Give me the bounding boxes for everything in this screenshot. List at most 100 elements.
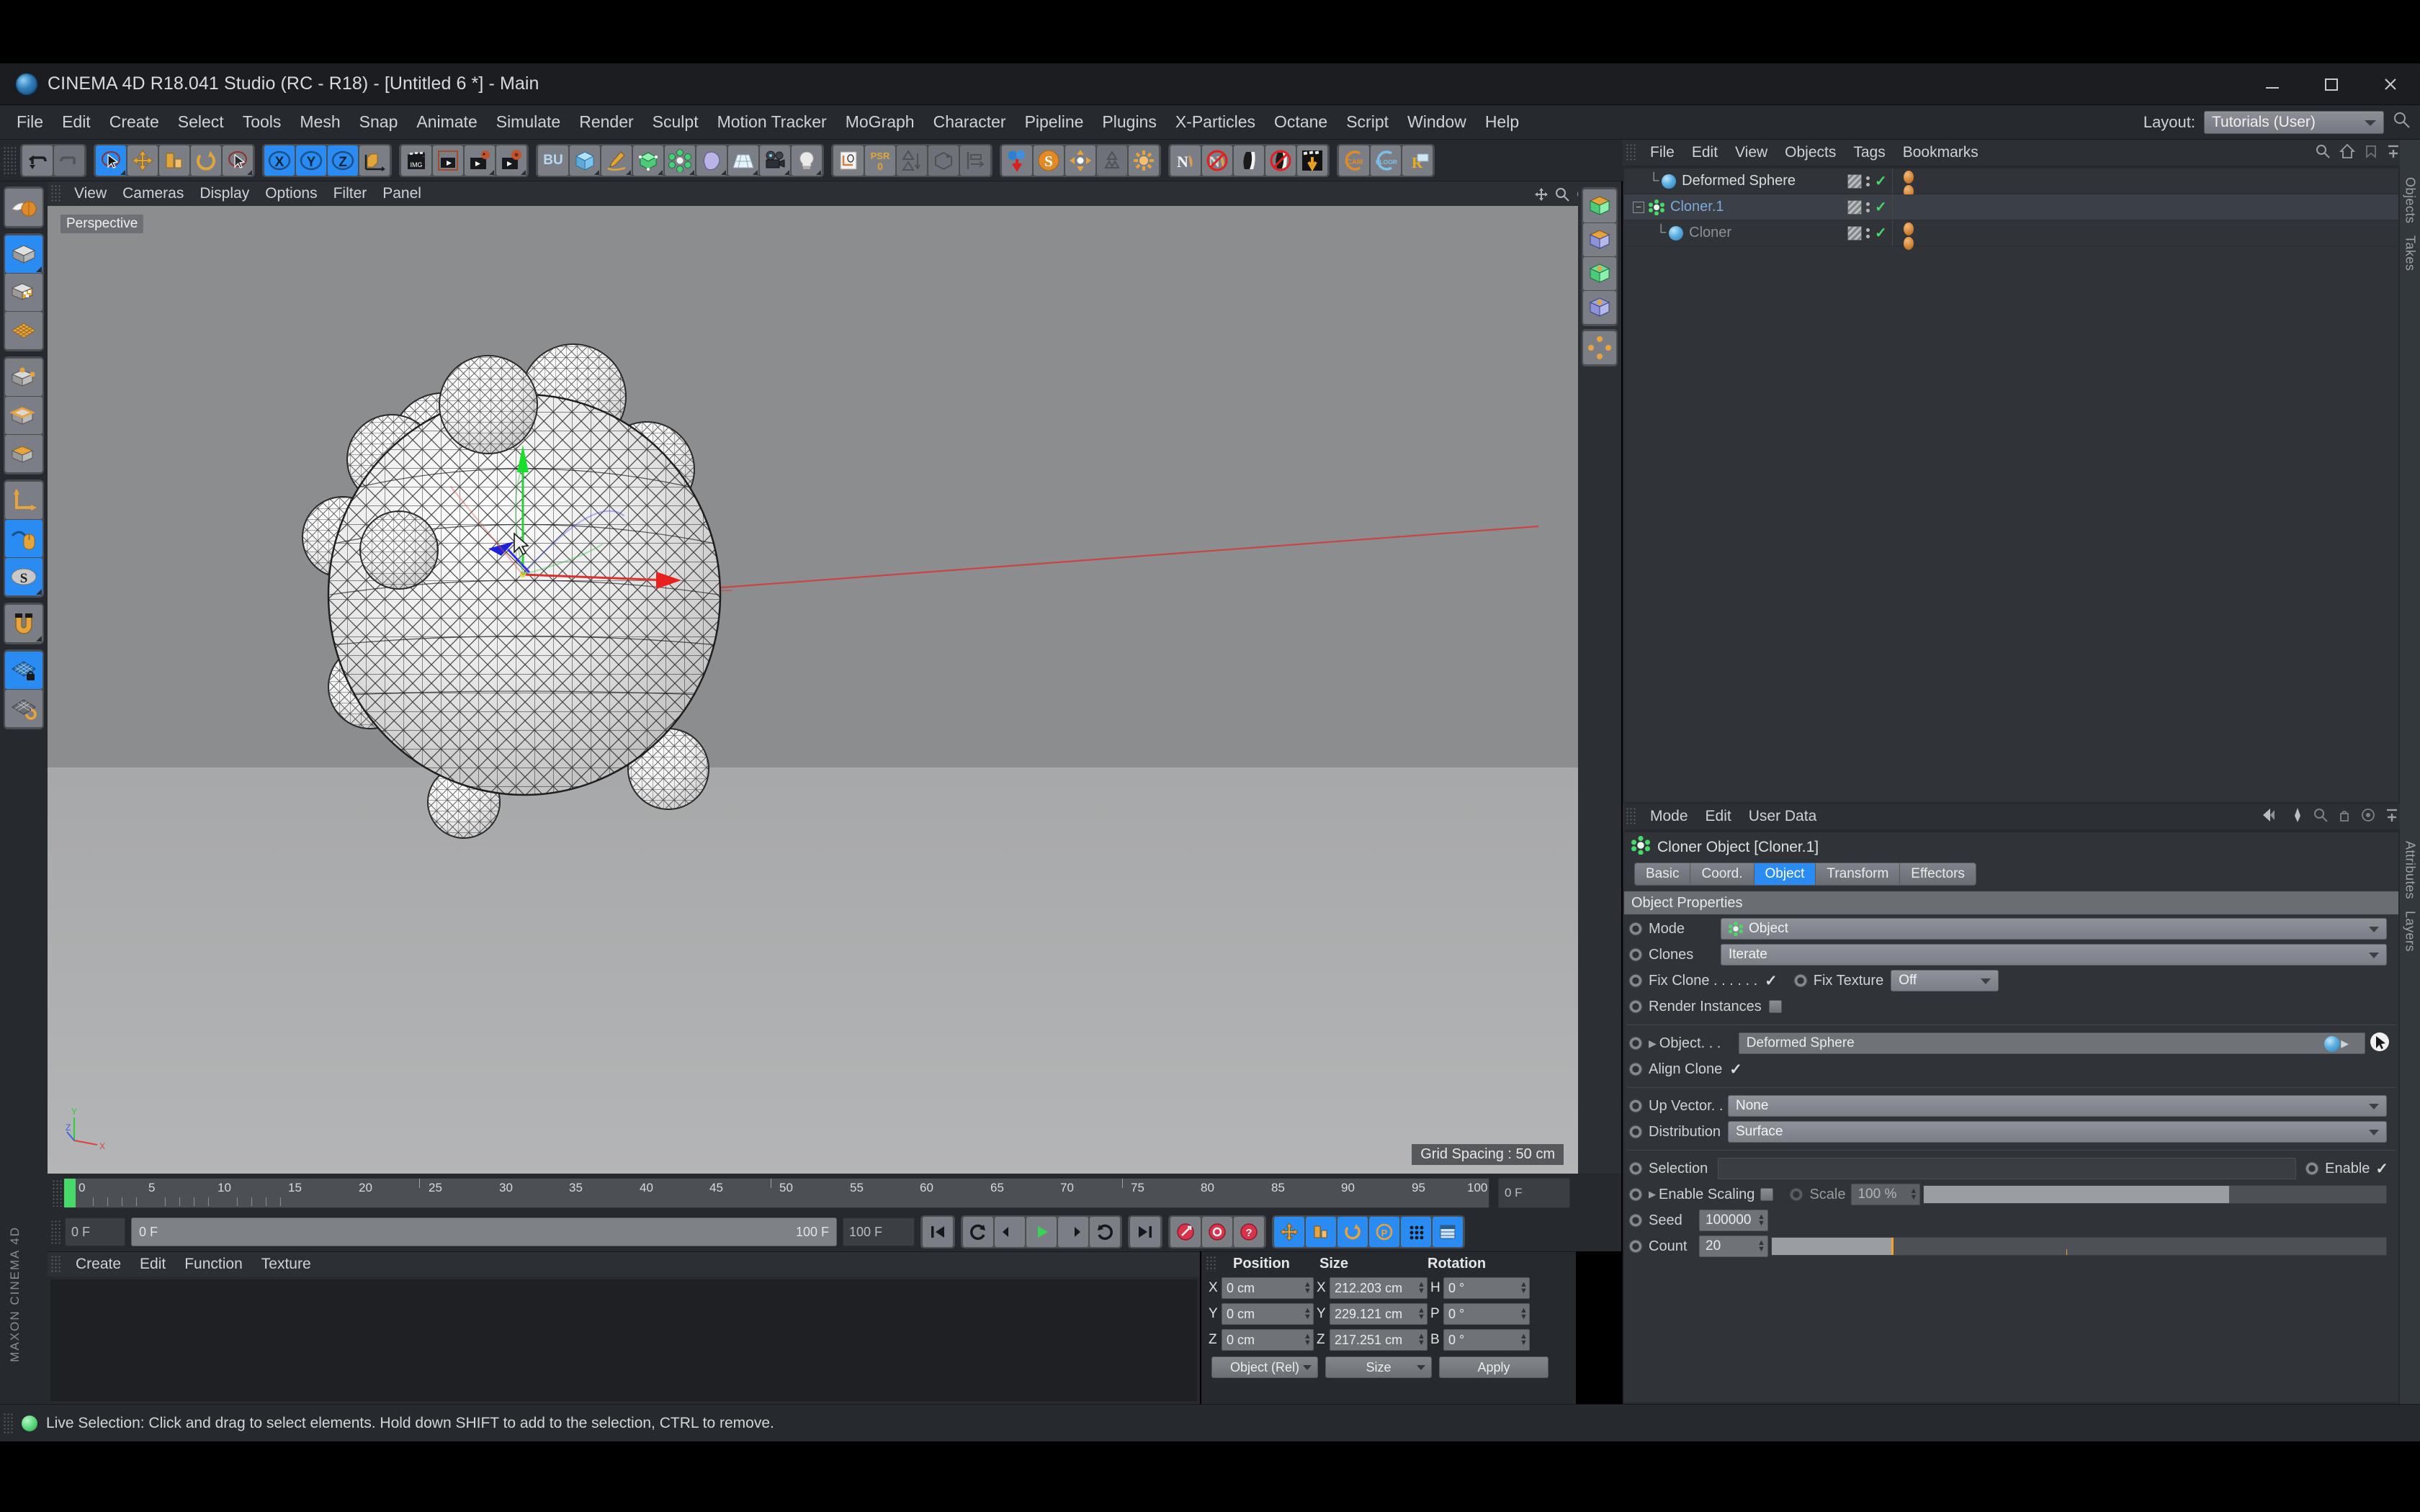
- parameter-bullet-icon[interactable]: [1628, 922, 1643, 936]
- parameter-bullet-icon[interactable]: [1793, 973, 1808, 988]
- display-tag-icon[interactable]: [1847, 174, 1862, 189]
- toolbar-grip[interactable]: [3, 145, 16, 175]
- parameter-bullet-icon[interactable]: [2305, 1161, 2320, 1176]
- spinner-icon[interactable]: ▲ ▼: [1757, 1239, 1765, 1254]
- axis-x-toggle[interactable]: X: [264, 145, 295, 176]
- spinner-icon[interactable]: ▲ ▼: [1417, 1281, 1425, 1295]
- chevron-right-icon[interactable]: ▶: [2341, 1038, 2349, 1050]
- menu-sculpt[interactable]: Sculpt: [643, 111, 708, 133]
- render-region-button[interactable]: [433, 145, 463, 176]
- render-to-picture-viewer-button[interactable]: [465, 145, 495, 176]
- scale-slider[interactable]: [1923, 1185, 2387, 1204]
- selection-tool-extra[interactable]: [223, 145, 253, 176]
- menu-edit[interactable]: Edit: [53, 111, 100, 133]
- rotation-b-field[interactable]: 0 ° ▲ ▼: [1443, 1329, 1530, 1351]
- menu-render[interactable]: Render: [570, 111, 642, 133]
- menu-mograph[interactable]: MoGraph: [836, 111, 924, 133]
- back-nav-icon[interactable]: [2260, 807, 2282, 827]
- parameter-bullet-icon[interactable]: [1628, 1239, 1643, 1254]
- status-bar-grip[interactable]: [3, 1412, 14, 1434]
- parameter-bullet-icon[interactable]: [1628, 1187, 1643, 1202]
- object-menu-view[interactable]: View: [1726, 144, 1776, 161]
- scale-tool[interactable]: [159, 145, 189, 176]
- tab-effectors[interactable]: Effectors: [1899, 863, 1976, 886]
- menu-create[interactable]: Create: [100, 111, 169, 133]
- material-manager-grip[interactable]: [50, 1255, 62, 1274]
- viewport-lights-button[interactable]: [1583, 331, 1616, 364]
- menu-animate[interactable]: Animate: [407, 111, 486, 133]
- menu-window[interactable]: Window: [1398, 111, 1476, 133]
- axis-y-toggle[interactable]: Y: [296, 145, 326, 176]
- viewport-blue-cube-1[interactable]: [1583, 223, 1616, 256]
- polygon-reduction-button[interactable]: [897, 145, 927, 176]
- search-icon[interactable]: [2315, 143, 2331, 163]
- menu-octane[interactable]: Octane: [1265, 111, 1337, 133]
- size-mode-select[interactable]: Size: [1325, 1356, 1432, 1378]
- visibility-dots-icon[interactable]: [1866, 228, 1870, 238]
- object-menu-edit[interactable]: Edit: [1683, 144, 1726, 161]
- material-menu-function[interactable]: Function: [175, 1256, 252, 1273]
- viewport-solo-button[interactable]: S: [5, 558, 42, 595]
- enable-check-icon[interactable]: ✓: [1875, 224, 1887, 242]
- search-icon[interactable]: [2393, 111, 2411, 133]
- minimize-button[interactable]: [2243, 63, 2302, 105]
- timeline-ruler[interactable]: 0 5 10 15 20 25 30 35 40 45 50 55 60 65 …: [63, 1178, 1489, 1208]
- seed-field[interactable]: 100000 ▲ ▼: [1699, 1210, 1768, 1231]
- anchor-button[interactable]: [1297, 145, 1327, 176]
- menu-script[interactable]: Script: [1337, 111, 1398, 133]
- layout-manager-button[interactable]: [833, 145, 864, 176]
- psr-button[interactable]: PSR 0: [865, 145, 895, 176]
- live-selection-modes-button[interactable]: [5, 189, 42, 226]
- position-y-field[interactable]: 0 cm ▲ ▼: [1222, 1303, 1314, 1325]
- play-forward-loop-button[interactable]: [1090, 1217, 1120, 1247]
- spinner-icon[interactable]: ▲ ▼: [1417, 1333, 1425, 1347]
- menu-pipeline[interactable]: Pipeline: [1016, 111, 1093, 133]
- next-frame-button[interactable]: [1058, 1217, 1088, 1247]
- spinner-icon[interactable]: ▲ ▼: [1304, 1333, 1312, 1347]
- spinner-icon[interactable]: ▲ ▼: [1520, 1333, 1528, 1347]
- menu-help[interactable]: Help: [1476, 111, 1528, 133]
- visibility-dots-icon[interactable]: [1866, 176, 1870, 186]
- viewport-menu-panel[interactable]: Panel: [375, 185, 429, 202]
- layout-select[interactable]: Tutorials (User): [2204, 110, 2384, 134]
- texture-mode-button[interactable]: [5, 274, 42, 311]
- parameter-bullet-icon[interactable]: [1628, 948, 1643, 962]
- spinner-icon[interactable]: ▲ ▼: [1909, 1187, 1918, 1202]
- add-cube-button[interactable]: [570, 145, 600, 176]
- rotate-tool[interactable]: [191, 145, 221, 176]
- side-tab-attributes[interactable]: Attributes: [2403, 835, 2418, 905]
- scatter-button[interactable]: S: [1034, 145, 1064, 176]
- parameter-key-toggle[interactable]: P: [1369, 1217, 1399, 1247]
- object-link-field[interactable]: Deformed Sphere ▶: [1738, 1032, 2365, 1054]
- bu-content-browser-button[interactable]: BU: [538, 145, 568, 176]
- parameter-bullet-icon[interactable]: [1628, 1161, 1643, 1176]
- spinner-icon[interactable]: ▲ ▼: [1417, 1307, 1425, 1321]
- home-icon[interactable]: [2339, 143, 2356, 163]
- zoom-icon[interactable]: [1555, 187, 1569, 202]
- sunburst-button[interactable]: [1129, 145, 1159, 176]
- recycle-button[interactable]: [1097, 145, 1127, 176]
- expand-arrow-icon[interactable]: ▶: [1649, 1189, 1656, 1200]
- up-vector-select[interactable]: None: [1728, 1095, 2387, 1117]
- attribute-manager-grip[interactable]: [1626, 807, 1637, 826]
- polygons-mode-button[interactable]: [5, 435, 42, 472]
- close-button[interactable]: [2361, 63, 2420, 105]
- material-list[interactable]: [50, 1279, 1197, 1401]
- mode-select[interactable]: Object: [1721, 918, 2387, 940]
- environment-button[interactable]: [728, 145, 758, 176]
- parameter-bullet-icon[interactable]: [1789, 1187, 1804, 1202]
- tab-basic[interactable]: Basic: [1634, 863, 1690, 886]
- object-tree[interactable]: └ Deformed Sphere ✓ − Cloner.1 ✓ └ Clone…: [1624, 168, 2398, 802]
- r-button[interactable]: R: [1402, 145, 1433, 176]
- connect-button[interactable]: [928, 145, 959, 176]
- object-row-cloner-1[interactable]: − Cloner.1 ✓: [1624, 194, 2398, 220]
- drop-to-floor-button[interactable]: [1002, 145, 1032, 176]
- menu-character[interactable]: Character: [924, 111, 1016, 133]
- enable-scaling-checkbox[interactable]: [1760, 1188, 1774, 1201]
- viewport-menu-cameras[interactable]: Cameras: [115, 185, 192, 202]
- count-slider[interactable]: [1771, 1237, 2387, 1256]
- add-panel-icon[interactable]: [2387, 143, 2400, 163]
- side-tab-layers[interactable]: Layers: [2403, 905, 2418, 958]
- object-axis-mode-button[interactable]: [5, 482, 42, 519]
- spinner-icon[interactable]: ▲ ▼: [1304, 1307, 1312, 1321]
